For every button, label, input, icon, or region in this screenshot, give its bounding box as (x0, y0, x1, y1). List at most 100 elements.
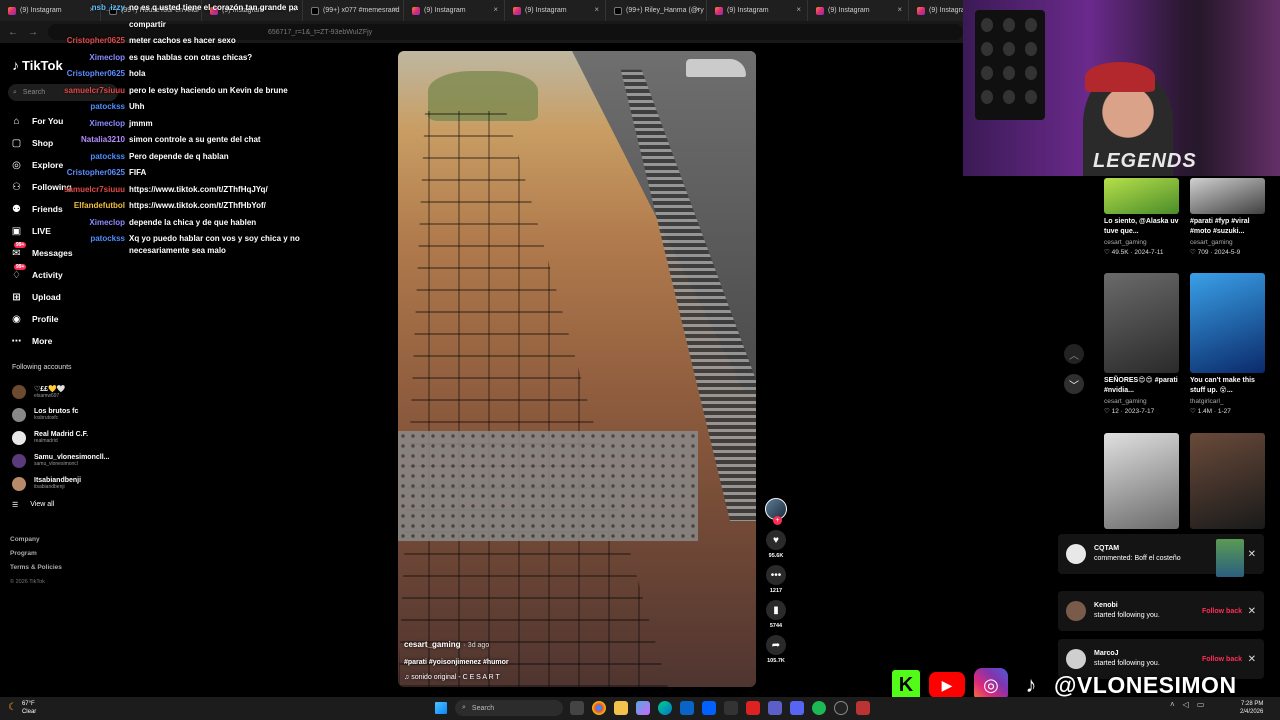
account-name: Los brutos fc (34, 408, 79, 415)
teams-icon[interactable] (768, 701, 782, 715)
video-card[interactable]: Lo siento, @Alaska uv tuve que... cesart_… (1104, 178, 1182, 256)
obs-icon[interactable] (834, 701, 848, 715)
creator-avatar[interactable]: + (765, 498, 787, 525)
heart-icon[interactable]: ♥ (766, 530, 786, 550)
task-view-icon[interactable] (570, 701, 584, 715)
avatar (12, 453, 26, 468)
battery-icon[interactable]: ▭ (1197, 700, 1205, 709)
notification-avatar (1066, 544, 1086, 564)
close-icon[interactable]: ✕ (1248, 549, 1256, 560)
close-icon[interactable]: ✕ (1248, 654, 1256, 665)
follow-plus-icon[interactable]: + (773, 516, 782, 525)
video-sound[interactable]: ♫ sonido original - C E S A R T (404, 674, 509, 681)
follow-back-button[interactable]: Follow back (1202, 656, 1242, 663)
notification-follow-1[interactable]: Kenobi started following you. Follow bac… (1058, 591, 1264, 631)
bookmark-icon[interactable]: ▮ (766, 600, 786, 620)
forward-arrow-icon[interactable]: → (28, 27, 38, 38)
chat-username: nsb_izzy (91, 3, 125, 12)
webcam-overlay: LEGENDS (963, 0, 1280, 176)
footer-program[interactable]: Program (10, 547, 62, 561)
browser-tab[interactable]: (99+) Riley_Hanma (@ry × (606, 0, 707, 21)
share-action[interactable]: ➦ 105.7K (766, 635, 786, 664)
follow-back-button[interactable]: Follow back (1202, 608, 1242, 615)
video-thumbnail[interactable] (1104, 273, 1179, 373)
nav-item-upload[interactable]: ⊞ Upload (10, 286, 120, 308)
tab-label: (99+) Riley_Hanma (@ry (626, 7, 704, 14)
footer-terms[interactable]: Terms & Policies (10, 561, 62, 575)
close-tab-icon[interactable]: × (695, 5, 700, 14)
chat-text: es que hablas con otras chicas? (129, 52, 253, 62)
recorder-icon[interactable] (856, 701, 870, 715)
windows-start-icon[interactable] (435, 702, 447, 714)
scroll-up-icon[interactable]: ︿ (1064, 344, 1084, 364)
save-action[interactable]: ▮ 5744 (766, 600, 786, 629)
video-card[interactable]: You can't make this stuff up. 😵... thatgi… (1190, 273, 1268, 415)
edge-icon[interactable] (658, 701, 672, 715)
video-card[interactable] (1104, 433, 1182, 529)
video-card[interactable]: SEÑORES😍😍 #parati #nvidia... cesart_gamin… (1104, 273, 1182, 415)
nav-item-more[interactable]: ⋯ More (10, 330, 120, 352)
video-card[interactable]: #parati #fyp #viral #moto #suzuki... cesa… (1190, 178, 1268, 256)
notification-comment[interactable]: CQTAM commented: Boff el costeño ✕ (1058, 534, 1264, 577)
outlook-icon[interactable] (680, 701, 694, 715)
chat-username: Ximeclop (89, 118, 125, 128)
notification-avatar (1066, 649, 1086, 669)
video-thumbnail[interactable] (1104, 178, 1179, 214)
webcam-sign: LEGENDS (1093, 150, 1197, 172)
video-thumbnail[interactable] (1190, 433, 1265, 529)
video-thumbnail[interactable] (1190, 273, 1265, 373)
profile-icon: ◉ (12, 313, 21, 325)
close-tab-icon[interactable]: × (796, 5, 801, 14)
dropbox-icon[interactable] (702, 701, 716, 715)
chat-text: simon controle a su gente del chat (129, 135, 261, 144)
video-hashtags[interactable]: #parati #yoisonjimenez #humor (404, 659, 509, 666)
taskbar-search[interactable]: ⌕ Search (455, 700, 563, 716)
video-card-author: cesart_gaming (1104, 239, 1147, 246)
video-card-desc: You can't make this stuff up. 😵... (1190, 377, 1255, 394)
weather-widget[interactable]: ☾ 67°F Clear (8, 700, 36, 716)
chat-username: Cristopher0625 (66, 69, 125, 78)
store-icon[interactable] (724, 701, 738, 715)
share-icon[interactable]: ➦ (766, 635, 786, 655)
close-tab-icon[interactable]: × (594, 5, 599, 14)
following-account[interactable]: Itsabiandbenji itsabiandbenji (12, 472, 109, 495)
like-action[interactable]: ♥ 95.6K (766, 530, 786, 559)
discord-icon[interactable] (790, 701, 804, 715)
spotify-icon[interactable] (812, 701, 826, 715)
chrome-icon[interactable] (592, 701, 606, 715)
video-player[interactable]: cesart_gaming · 3d ago #parati #yoisonji… (398, 51, 756, 687)
browser-tab[interactable]: (9) Instagram× (707, 0, 808, 21)
footer-company[interactable]: Company (10, 533, 62, 547)
video-thumbnail[interactable] (1104, 433, 1179, 529)
chat-message: Cristopher0625 hola (40, 66, 340, 83)
browser-tab[interactable]: (9) Instagram× (808, 0, 909, 21)
view-all-link[interactable]: ☰ View all (12, 501, 54, 509)
comment-action[interactable]: ••• 1217 (766, 565, 786, 594)
red-app-icon[interactable] (746, 701, 760, 715)
following-account[interactable]: Real Madrid C.F. realmadrid (12, 426, 109, 449)
taskbar-clock[interactable]: 7:28 PM 2/4/2026 (1240, 700, 1263, 716)
close-tab-icon[interactable]: × (392, 5, 397, 14)
following-account[interactable]: Los brutos fc losbrutosfc (12, 403, 109, 426)
video-author[interactable]: cesart_gaming (404, 640, 460, 649)
browser-tab[interactable]: (9) Instagram× (909, 0, 963, 21)
speaker-icon[interactable]: ◁ (1183, 700, 1189, 709)
browser-tab[interactable]: (9) Instagram× (505, 0, 606, 21)
copilot-icon[interactable] (636, 701, 650, 715)
back-arrow-icon[interactable]: ← (8, 27, 18, 38)
chevron-up-icon[interactable]: ˄ (1170, 700, 1175, 709)
close-tab-icon[interactable]: × (897, 5, 902, 14)
scroll-down-icon[interactable]: ﹀ (1064, 374, 1084, 394)
nav-item-activity[interactable]: ♢ Activity 99+ (10, 264, 120, 286)
file-explorer-icon[interactable] (614, 701, 628, 715)
close-icon[interactable]: ✕ (1248, 606, 1256, 617)
video-card[interactable] (1190, 433, 1268, 529)
video-thumbnail[interactable] (1190, 178, 1265, 214)
browser-tab[interactable]: (9) Instagram× (404, 0, 505, 21)
following-account[interactable]: Samu_vlonesimoncll... samu_vlonesimoncl (12, 449, 109, 472)
comment-icon[interactable]: ••• (766, 565, 786, 585)
close-tab-icon[interactable]: × (493, 5, 498, 14)
chat-message: samuelcr7siuuu https://www.tiktok.com/t/Z… (40, 182, 340, 199)
nav-item-profile[interactable]: ◉ Profile (10, 308, 120, 330)
following-account[interactable]: ♡££💛🤍 elsamw697 (12, 380, 109, 403)
